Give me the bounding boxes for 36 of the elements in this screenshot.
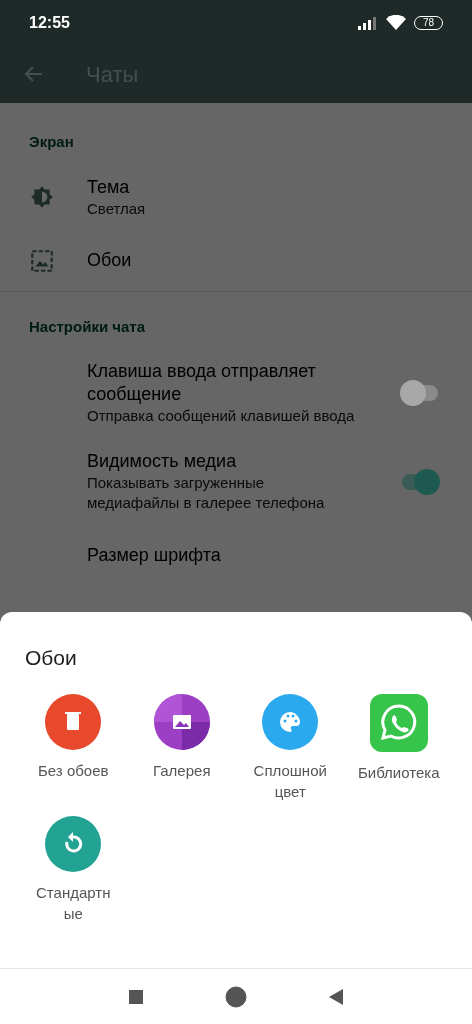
item-title: Тема [87,175,131,199]
toggle-switch[interactable] [400,380,440,406]
wallpaper-option[interactable]: Сплошной цвет [236,693,345,802]
wallpaper-option[interactable]: Стандартные [19,815,128,924]
settings-item[interactable]: Обои [0,230,472,291]
item-title: Клавиша ввода отправляет сообщение [87,360,317,406]
wallpaper-option[interactable]: Библиотека [344,693,453,802]
trash-icon [45,693,102,750]
item-title: Обои [87,249,133,272]
item-title: Видимость медиа [87,450,238,473]
signal-icon [357,15,378,30]
brightness-icon [29,184,55,210]
settings-item[interactable]: Клавиша ввода отправляет сообщение Отправка сообщений клавишей ввода [0,348,472,438]
status-time: 12:55 [29,12,70,33]
recent-apps-icon[interactable] [129,989,143,1004]
toggle-switch[interactable] [400,468,440,495]
item-subtitle: Отправка сообщений клавишей ввода [87,406,356,426]
chat-phone-icon [369,693,428,752]
section-heading: Настройки чата [28,316,147,337]
item-subtitle: Показывать загруженные медиафайлы в галерее телефона [87,473,326,513]
wifi-icon [385,15,406,30]
wallpaper-option[interactable]: Галерея [127,693,236,802]
back-nav-icon[interactable] [329,988,343,1005]
reset-icon [45,815,102,872]
item-title: Размер шрифта [87,543,222,567]
settings-item[interactable]: Размер шрифта [0,525,472,585]
sheet-title: Обои [24,645,78,671]
section-heading: Экран [28,132,75,152]
item-subtitle: Светлая [87,198,147,219]
home-icon[interactable] [225,985,247,1008]
wallpaper-option[interactable]: Без обоев [19,693,128,802]
gallery-icon [153,693,210,750]
palette-icon [262,693,319,750]
settings-item[interactable]: Тема Светлая [0,163,472,231]
wallpaper-icon [29,247,55,274]
settings-item[interactable]: Видимость медиа Показывать загруженные медиафайлы в галерее телефона [0,438,472,525]
